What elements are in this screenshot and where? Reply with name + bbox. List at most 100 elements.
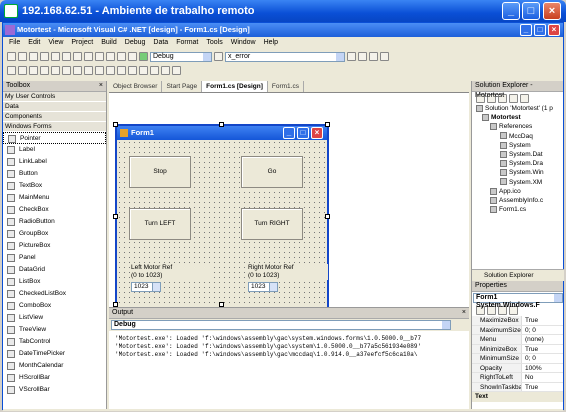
tree-item-file[interactable]: App.ico [472, 187, 563, 196]
toolbox-item[interactable]: Button [3, 168, 106, 180]
right-motor-label[interactable]: Right Motor Ref (0 to 1023) [248, 264, 328, 280]
property-value[interactable]: True [522, 383, 563, 392]
open-icon[interactable] [29, 52, 38, 61]
menu-edit[interactable]: Edit [28, 37, 40, 49]
toolbox-item[interactable]: ListBox [3, 276, 106, 288]
toolbox-item[interactable]: ComboBox [3, 300, 106, 312]
menu-help[interactable]: Help [264, 37, 278, 49]
property-value[interactable]: 100% [522, 364, 563, 373]
turn-left-button[interactable]: Turn LEFT [129, 208, 191, 240]
start-icon[interactable] [139, 52, 148, 61]
toolbox-item[interactable]: TabControl [3, 336, 106, 348]
toolbox-item[interactable]: GroupBox [3, 228, 106, 240]
property-value[interactable]: (none) [522, 335, 563, 344]
vertical-spacing-icon[interactable] [117, 66, 126, 75]
copy-icon[interactable] [73, 52, 82, 61]
toolbox-item[interactable]: DataGrid [3, 264, 106, 276]
property-row[interactable]: MinimumSize 0; 0 [472, 354, 563, 364]
form1-designer[interactable]: Form1 _ □ × Stop Go Turn LEFT Turn RIGHT… [115, 124, 329, 312]
menu-view[interactable]: View [48, 37, 63, 49]
resize-handle[interactable] [325, 214, 330, 219]
solution-config-combo[interactable]: Debug [150, 51, 212, 62]
maximize-button[interactable]: □ [522, 2, 540, 20]
vs-minimize-button[interactable]: _ [520, 24, 532, 36]
lock-controls-icon[interactable] [172, 66, 181, 75]
resize-handle[interactable] [219, 122, 224, 127]
undo-icon[interactable] [95, 52, 104, 61]
find-combo[interactable]: x_error [225, 51, 345, 62]
vs-close-button[interactable]: × [548, 24, 560, 36]
toolbox-item[interactable]: MainMenu [3, 192, 106, 204]
tab-form1-code[interactable]: Form1.cs [268, 81, 304, 92]
tab-solution-explorer[interactable]: Solution Explorer [472, 269, 564, 281]
properties-object-combo[interactable]: Form1 System.Windows.F [473, 293, 563, 309]
property-row[interactable]: MaximumSize 0; 0 [472, 325, 563, 335]
properties-icon[interactable] [358, 52, 367, 61]
align-top-icon[interactable] [40, 66, 49, 75]
center-vertically-icon[interactable] [139, 66, 148, 75]
tree-item-reference[interactable]: System.Dat [472, 150, 563, 159]
toolbox-item[interactable]: Panel [3, 252, 106, 264]
toolbox-category-data[interactable]: Data [3, 102, 106, 112]
toolbox-item[interactable]: PictureBox [3, 240, 106, 252]
output-close-icon[interactable]: × [462, 308, 466, 318]
tree-item-file[interactable]: AssemblyInfo.c [472, 196, 563, 205]
left-motor-updown[interactable]: 1023 [131, 282, 161, 292]
resize-handle[interactable] [113, 122, 118, 127]
menu-format[interactable]: Format [176, 37, 198, 49]
bring-to-front-icon[interactable] [150, 66, 159, 75]
property-row[interactable]: ShowInTaskbar True [472, 382, 563, 392]
toolbox-close-icon[interactable]: × [99, 81, 103, 91]
property-row[interactable]: Menu (none) [472, 335, 563, 345]
tree-item-solution[interactable]: Solution 'Motortest' (1 p [472, 104, 563, 113]
properties-icon[interactable] [520, 93, 529, 103]
property-row[interactable]: Opacity 100% [472, 363, 563, 373]
align-center-icon[interactable] [18, 66, 27, 75]
toolbox-item[interactable]: DateTimePicker [3, 348, 106, 360]
stop-button[interactable]: Stop [129, 156, 191, 188]
make-same-height-icon[interactable] [84, 66, 93, 75]
save-icon[interactable] [40, 52, 49, 61]
go-button[interactable]: Go [241, 156, 303, 188]
toolbox-category-windows-forms[interactable]: Windows Forms [3, 122, 106, 132]
property-row[interactable]: MaximizeBox True [472, 316, 563, 326]
menu-window[interactable]: Window [231, 37, 256, 49]
tree-item-reference[interactable]: MccDaq [472, 132, 563, 141]
tab-object-browser[interactable]: Object Browser [109, 81, 163, 92]
toolbox-item[interactable]: TreeView [3, 324, 106, 336]
redo-icon[interactable] [106, 52, 115, 61]
nav-forward-icon[interactable] [128, 52, 137, 61]
make-same-size-icon[interactable] [95, 66, 104, 75]
toolbox-item[interactable]: TextBox [3, 180, 106, 192]
align-bottom-icon[interactable] [62, 66, 71, 75]
nav-back-icon[interactable] [117, 52, 126, 61]
tools-icon[interactable] [380, 52, 389, 61]
toolbox-item[interactable]: LinkLabel [3, 156, 106, 168]
left-motor-label[interactable]: Left Motor Ref (0 to 1023) [131, 264, 211, 280]
right-motor-updown[interactable]: 1023 [248, 282, 278, 292]
property-value[interactable]: 0; 0 [522, 354, 563, 363]
vs-maximize-button[interactable]: □ [534, 24, 546, 36]
toolbox-item[interactable]: VScrollBar [3, 384, 106, 396]
menu-debug[interactable]: Debug [125, 37, 146, 49]
horizontal-spacing-icon[interactable] [106, 66, 115, 75]
toolbox-category-my-user-controls[interactable]: My User Controls [3, 92, 106, 102]
tab-form1-design[interactable]: Form1.cs [Design] [202, 81, 268, 92]
toolbox-item[interactable]: Pointer [3, 132, 106, 144]
designer-surface[interactable]: Form1 _ □ × Stop Go Turn LEFT Turn RIGHT… [109, 94, 469, 312]
toolbox-item[interactable]: CheckedListBox [3, 288, 106, 300]
resize-handle[interactable] [113, 214, 118, 219]
send-to-back-icon[interactable] [161, 66, 170, 75]
toolbox-item[interactable]: HScrollBar [3, 372, 106, 384]
save-all-icon[interactable] [51, 52, 60, 61]
property-value[interactable]: No [522, 373, 563, 382]
center-horizontally-icon[interactable] [128, 66, 137, 75]
tree-item-project[interactable]: Motortest [472, 113, 563, 122]
find-in-files-icon[interactable] [214, 52, 223, 61]
menu-build[interactable]: Build [101, 37, 117, 49]
paste-icon[interactable] [84, 52, 93, 61]
property-value[interactable]: True [522, 316, 563, 325]
solution-explorer-icon[interactable] [347, 52, 356, 61]
align-middle-icon[interactable] [51, 66, 60, 75]
cut-icon[interactable] [62, 52, 71, 61]
